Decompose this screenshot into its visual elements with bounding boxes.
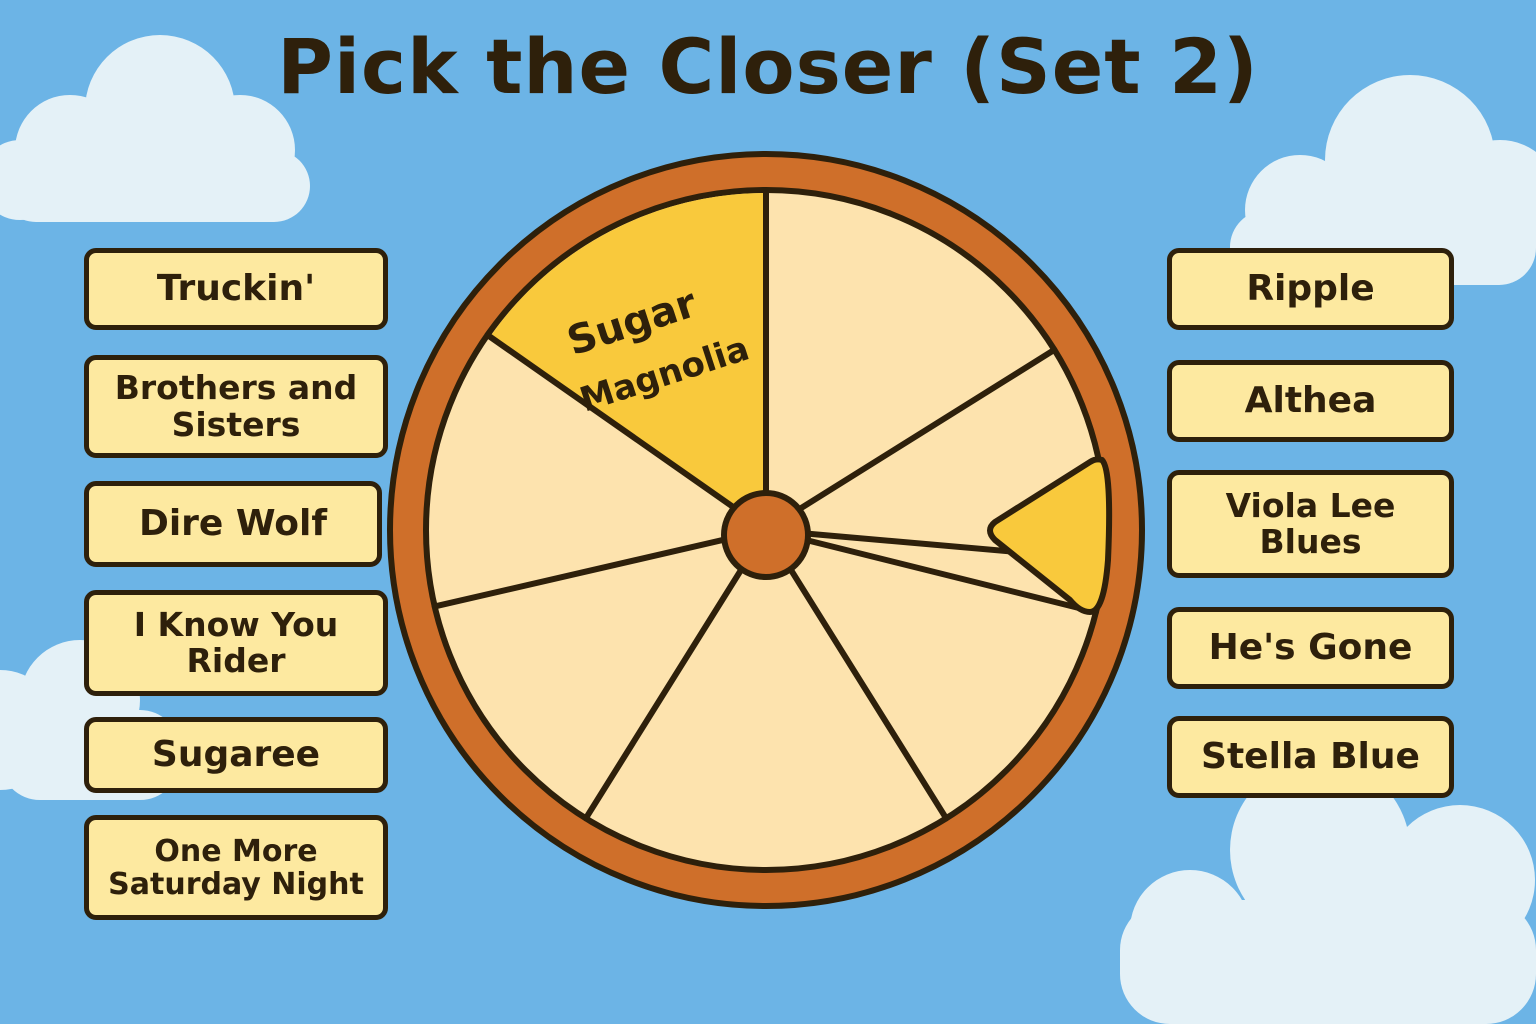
- right-option-5[interactable]: Stella Blue: [1167, 716, 1454, 798]
- right-option-2[interactable]: Althea: [1167, 360, 1454, 442]
- left-option-4[interactable]: I Know You Rider: [84, 590, 388, 696]
- cloud-bottom-right: [1120, 760, 1536, 1024]
- left-option-5[interactable]: Sugaree: [84, 717, 388, 793]
- wheel-hub[interactable]: [721, 490, 811, 580]
- right-option-1[interactable]: Ripple: [1167, 248, 1454, 330]
- page-title: Pick the Closer (Set 2): [277, 22, 1259, 111]
- left-option-1[interactable]: Truckin': [84, 248, 388, 330]
- left-option-6[interactable]: One More Saturday Night: [84, 815, 388, 920]
- left-option-2[interactable]: Brothers and Sisters: [84, 355, 388, 458]
- left-option-3[interactable]: Dire Wolf: [84, 481, 382, 567]
- right-option-3[interactable]: Viola Lee Blues: [1167, 470, 1454, 578]
- right-option-4[interactable]: He's Gone: [1167, 607, 1454, 689]
